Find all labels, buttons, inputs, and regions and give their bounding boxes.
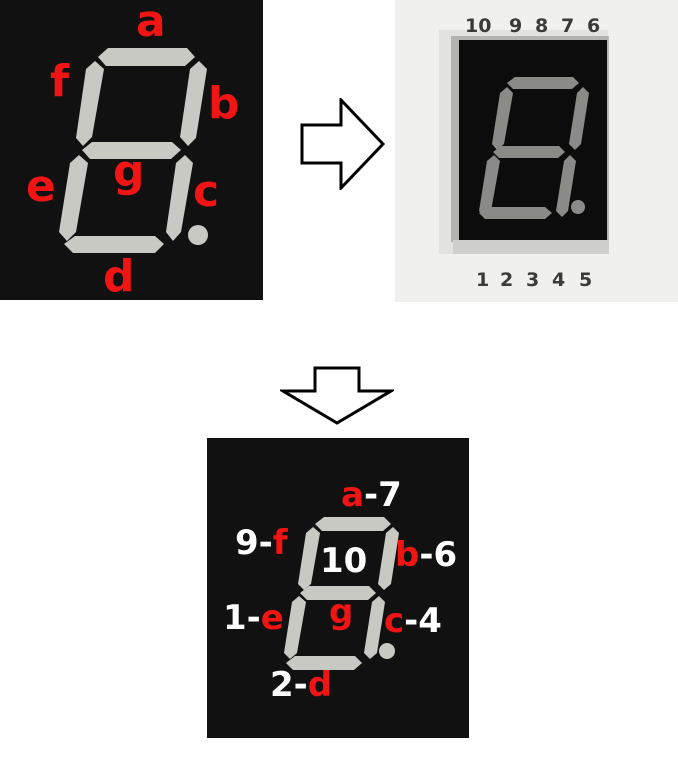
mapping-label-f: 9-f <box>235 526 288 560</box>
mapping-label-c: c-4 <box>384 604 442 638</box>
mapping-segment-f: f <box>272 523 288 563</box>
mapping-label-d: 2-d <box>270 668 332 702</box>
pin-number-bottom-2: 2 <box>500 269 514 291</box>
mapping-separator-f: - <box>258 523 273 563</box>
segment-f <box>76 61 104 146</box>
mapping-segment-e: e <box>260 598 284 638</box>
decimal-point <box>188 225 208 245</box>
segment-c <box>166 155 193 241</box>
mapping-segment-b: b <box>395 535 420 575</box>
segment-label-d: d <box>103 251 135 300</box>
mapping-separator-d: - <box>293 665 308 705</box>
mapping-separator-b: - <box>419 535 434 575</box>
pin-number-top-3: 8 <box>535 15 549 37</box>
segment-labels-panel: a f b g e c d <box>0 0 263 300</box>
pin-number-bottom-5: 5 <box>579 269 593 291</box>
pin-number-top-2: 9 <box>509 15 523 37</box>
pin-number-top-5: 6 <box>587 15 601 37</box>
segment-e <box>284 596 306 659</box>
right-arrow-icon <box>300 98 386 190</box>
pin-number-top-4: 7 <box>561 15 575 37</box>
mapping-segment-c: c <box>384 601 405 641</box>
pin-number-bottom-4: 4 <box>552 269 566 291</box>
segment-label-b: b <box>208 78 240 129</box>
mapping-pin-f: 9 <box>235 523 259 563</box>
mapping-pin-e: 1 <box>223 598 247 638</box>
pin-mapping-panel: a-7 9-f 10 b-6 g 1-e c-4 2-d <box>207 438 469 738</box>
segment-label-f: f <box>50 56 70 107</box>
seven-segment-digit-mapped <box>284 517 399 670</box>
common-pin-label: 10 <box>320 541 368 581</box>
pin-number-top-1: 10 <box>465 15 492 37</box>
display-photo-panel: 10 9 8 7 6 1 2 3 4 5 <box>395 0 678 302</box>
mapping-separator-e: - <box>246 598 261 638</box>
mapping-pin-b: 6 <box>433 535 458 575</box>
mapping-segment-a: a <box>341 475 364 515</box>
segment-label-e: e <box>26 161 56 212</box>
mapping-pin-d: 2 <box>270 665 294 705</box>
decimal-point <box>379 643 395 659</box>
down-arrow-icon <box>280 366 394 425</box>
mapping-segment-d: d <box>307 665 333 705</box>
segment-label-g: g <box>113 146 145 197</box>
segment-label-c: c <box>193 166 220 217</box>
segment-label-a: a <box>136 0 166 47</box>
display-photo <box>395 0 678 302</box>
mapping-pin-c: 4 <box>418 601 442 641</box>
mapping-pin-a: 7 <box>378 475 402 515</box>
mapping-label-e: 1-e <box>223 601 284 635</box>
pin-number-bottom-3: 3 <box>526 269 540 291</box>
segment-b <box>180 61 207 146</box>
mapping-separator-c: - <box>404 601 419 641</box>
mapping-separator-a: - <box>363 475 379 515</box>
segment-f <box>298 527 320 590</box>
segment-e <box>59 155 88 241</box>
pin-number-bottom-1: 1 <box>476 269 490 291</box>
segment-a <box>98 48 195 66</box>
mapping-segment-g: g <box>329 592 354 632</box>
segment-a <box>315 517 391 531</box>
mapping-label-a: a-7 <box>341 478 402 512</box>
mapping-label-b: b-6 <box>395 538 457 572</box>
